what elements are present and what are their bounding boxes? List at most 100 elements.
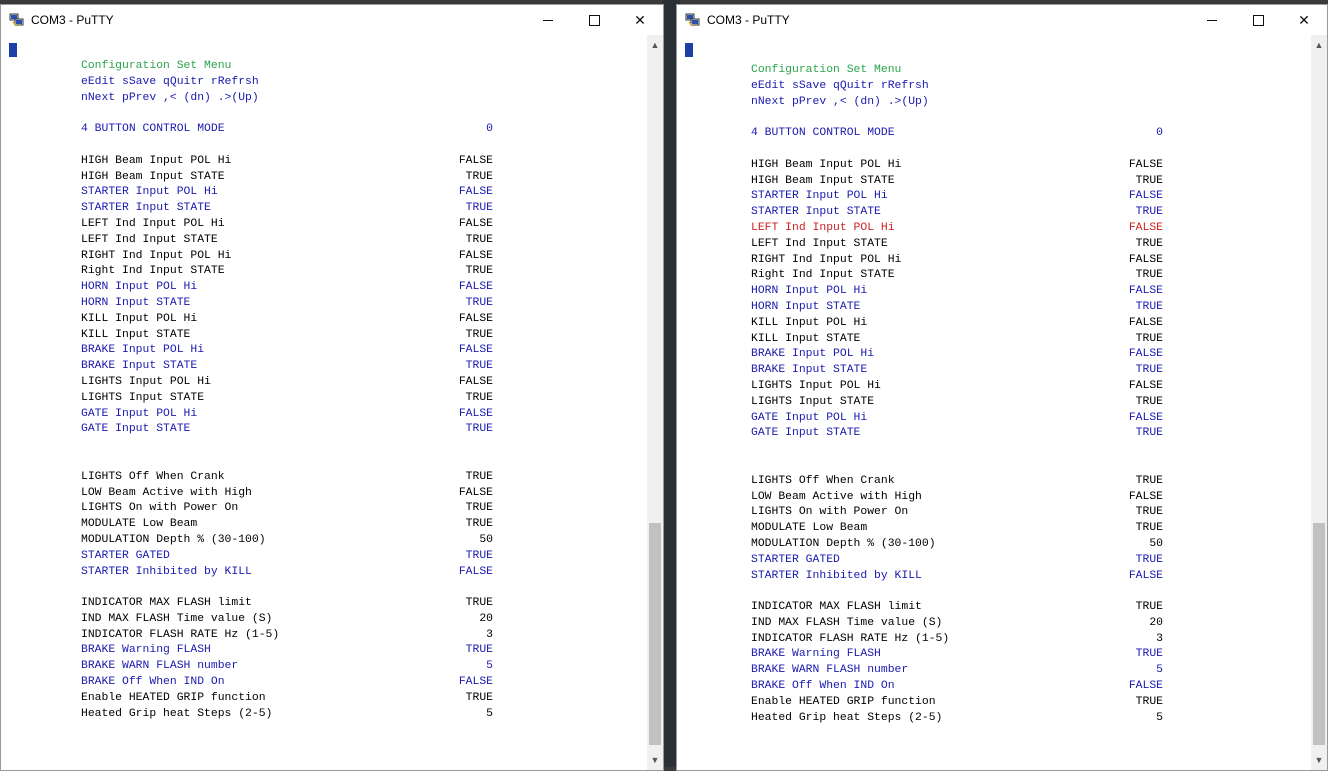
maximize-button[interactable]	[1235, 5, 1281, 35]
config-value: FALSE	[1128, 490, 1163, 503]
config-label: Enable HEATED GRIP function	[81, 691, 266, 704]
config-value: FALSE	[458, 565, 493, 578]
maximize-button[interactable]	[571, 5, 617, 35]
config-value: FALSE	[1128, 158, 1163, 171]
config-row: LOW Beam Active with High FALSE	[81, 486, 501, 502]
scroll-thumb[interactable]	[1313, 523, 1325, 745]
putty-window-left[interactable]: COM3 - PuTTY ✕ Configuration Set Menu eE…	[0, 4, 664, 771]
scroll-up-icon[interactable]: ▲	[647, 37, 663, 53]
config-value: FALSE	[458, 217, 493, 230]
config-value: FALSE	[1128, 190, 1163, 203]
scroll-down-icon[interactable]: ▼	[1311, 752, 1327, 768]
config-row: KILL Input POL Hi FALSE	[751, 316, 1171, 332]
vertical-scrollbar[interactable]: ▲ ▼	[1311, 35, 1327, 770]
config-label: KILL Input STATE	[81, 328, 191, 341]
config-value: TRUE	[1135, 474, 1163, 487]
config-row: BRAKE Off When IND On FALSE	[81, 675, 501, 691]
config-row: KILL Input STATE TRUE	[81, 328, 501, 344]
config-row: GATE Input STATE TRUE	[751, 426, 1171, 442]
config-label: INDICATOR FLASH RATE Hz (1-5)	[81, 628, 280, 641]
config-value: FALSE	[1128, 411, 1163, 424]
config-row: HORN Input STATE TRUE	[751, 300, 1171, 316]
config-row: LOW Beam Active with High FALSE	[751, 490, 1171, 506]
config-label: STARTER Inhibited by KILL	[81, 565, 252, 578]
config-row: INDICATOR MAX FLASH limit TRUE	[751, 600, 1171, 616]
putty-window-right[interactable]: COM3 - PuTTY ✕ Configuration Set Menu eE…	[676, 4, 1328, 771]
config-label: MODULATION Depth % (30-100)	[81, 533, 266, 546]
config-row: BRAKE Warning FLASH TRUE	[751, 647, 1171, 663]
config-label: LIGHTS On with Power On	[81, 502, 239, 515]
config-value: TRUE	[1135, 395, 1163, 408]
config-label: LIGHTS Off When Crank	[751, 474, 895, 487]
config-row: BRAKE Input POL Hi FALSE	[81, 343, 501, 359]
config-row: LIGHTS On with Power On TRUE	[81, 501, 501, 517]
config-value: TRUE	[1135, 522, 1163, 535]
menu-keys-line-2: nNext pPrev ,< (dn) .>(Up)	[81, 91, 259, 104]
minimize-icon	[543, 19, 553, 21]
config-value: 3	[1156, 632, 1163, 645]
menu-title: Configuration Set Menu	[751, 64, 902, 76]
config-label: Right Ind Input STATE	[81, 265, 225, 278]
config-row: LEFT Ind Input POL Hi FALSE	[81, 217, 501, 233]
config-value: TRUE	[465, 423, 493, 436]
minimize-button[interactable]	[1189, 5, 1235, 35]
config-value: FALSE	[458, 344, 493, 357]
config-label: Heated Grip heat Steps (2-5)	[751, 711, 943, 724]
config-row: LIGHTS Input POL Hi FALSE	[81, 375, 501, 391]
config-row: Right Ind Input STATE TRUE	[81, 264, 501, 280]
config-label: LIGHTS On with Power On	[751, 506, 909, 519]
config-value: FALSE	[1128, 348, 1163, 361]
config-value: FALSE	[458, 312, 493, 325]
config-label: HORN Input POL Hi	[81, 281, 198, 294]
config-row: 4 BUTTON CONTROL MODE 0	[751, 126, 1171, 142]
config-value: TRUE	[1135, 174, 1163, 187]
config-label: BRAKE Input STATE	[81, 360, 198, 373]
config-label: STARTER Input STATE	[751, 206, 881, 219]
config-value: FALSE	[1128, 221, 1163, 234]
config-label: LIGHTS Input STATE	[751, 395, 875, 408]
config-value: 20	[1149, 616, 1163, 629]
config-label: HIGH Beam Input STATE	[81, 170, 225, 183]
config-row: HIGH Beam Input POL Hi FALSE	[751, 158, 1171, 174]
config-value: FALSE	[1128, 680, 1163, 693]
close-button[interactable]: ✕	[1281, 5, 1327, 35]
config-label: LEFT Ind Input POL Hi	[751, 221, 895, 234]
config-row: LEFT Ind Input STATE TRUE	[751, 237, 1171, 253]
config-value: FALSE	[458, 186, 493, 199]
config-value: TRUE	[1135, 206, 1163, 219]
config-label: HORN Input POL Hi	[751, 285, 868, 298]
terminal-area[interactable]: Configuration Set Menu eEdit sSave qQuit…	[677, 35, 1311, 770]
minimize-button[interactable]	[525, 5, 571, 35]
scroll-up-icon[interactable]: ▲	[1311, 37, 1327, 53]
config-row: LIGHTS Input POL Hi FALSE	[751, 379, 1171, 395]
title-bar[interactable]: COM3 - PuTTY ✕	[1, 5, 663, 35]
config-row: 4 BUTTON CONTROL MODE 0	[81, 122, 501, 138]
config-row: RIGHT Ind Input POL Hi FALSE	[81, 249, 501, 265]
config-row: HIGH Beam Input STATE TRUE	[81, 170, 501, 186]
config-row: LEFT Ind Input STATE TRUE	[81, 233, 501, 249]
config-row: Right Ind Input STATE TRUE	[751, 268, 1171, 284]
vertical-scrollbar[interactable]: ▲ ▼	[647, 35, 663, 770]
config-value: FALSE	[458, 281, 493, 294]
scroll-down-icon[interactable]: ▼	[647, 752, 663, 768]
config-value: FALSE	[1128, 253, 1163, 266]
terminal-area[interactable]: Configuration Set Menu eEdit sSave qQuit…	[1, 35, 647, 770]
config-value: 20	[479, 612, 493, 625]
close-button[interactable]: ✕	[617, 5, 663, 35]
config-label: STARTER Inhibited by KILL	[751, 569, 922, 582]
config-label: HORN Input STATE	[751, 300, 861, 313]
config-label: BRAKE Warning FLASH	[81, 644, 211, 657]
config-label: LIGHTS Off When Crank	[81, 470, 225, 483]
config-value: 50	[1149, 537, 1163, 550]
scroll-thumb[interactable]	[649, 523, 661, 745]
config-value: 5	[1156, 711, 1163, 724]
title-bar[interactable]: COM3 - PuTTY ✕	[677, 5, 1327, 35]
config-label: LEFT Ind Input STATE	[751, 237, 888, 250]
config-value: 5	[486, 660, 493, 673]
config-row: GATE Input STATE TRUE	[81, 422, 501, 438]
config-label: BRAKE Input STATE	[751, 364, 868, 377]
config-label: STARTER Input POL Hi	[751, 190, 888, 203]
